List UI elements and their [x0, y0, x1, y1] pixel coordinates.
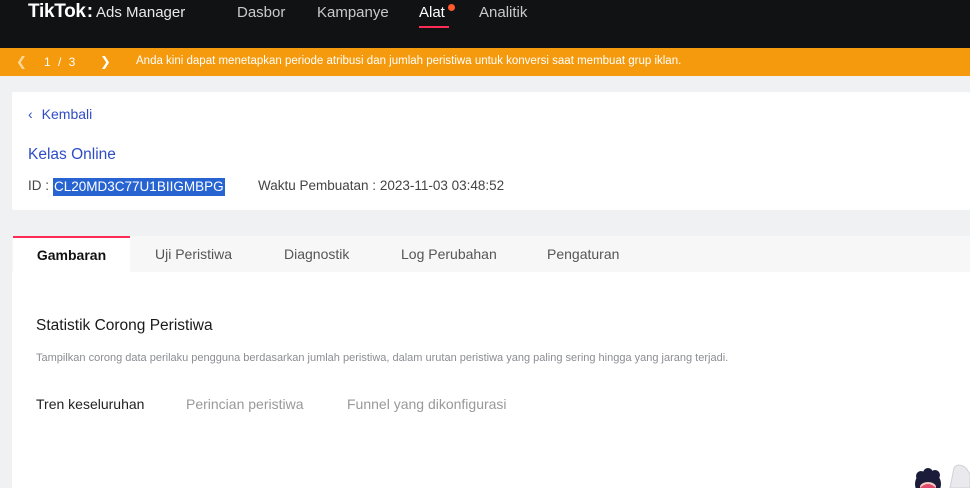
assistant-avatar-icon[interactable]	[912, 462, 970, 488]
active-nav-indicator	[419, 26, 449, 28]
back-label: Kembali	[41, 106, 93, 122]
nav-item-alat[interactable]: Alat	[419, 4, 445, 21]
subtab-funnel-dikonfigurasi[interactable]: Funnel yang dikonfigurasi	[347, 396, 507, 412]
creation-time-value: 2023-11-03 03:48:52	[379, 178, 505, 193]
section-title: Statistik Corong Peristiwa	[36, 317, 213, 334]
tab-gambaran[interactable]: Gambaran	[13, 236, 130, 272]
banner-message: Anda kini dapat menetapkan periode atrib…	[136, 55, 682, 67]
logo-brand: TikTok	[28, 1, 86, 22]
nav-item-analitik[interactable]: Analitik	[479, 4, 527, 21]
tab-pengaturan[interactable]: Pengaturan	[547, 236, 619, 272]
tab-log-perubahan[interactable]: Log Perubahan	[401, 236, 497, 272]
overview-panel: Statistik Corong Peristiwa Tampilkan cor…	[12, 272, 970, 488]
tiktok-ads-manager-logo[interactable]: TikTok : Ads Manager	[28, 0, 185, 24]
chevron-right-icon[interactable]: ❯	[100, 54, 111, 70]
notification-dot	[448, 4, 455, 11]
announcement-banner: ❮ 1 / 3 ❯ Anda kini dapat menetapkan per…	[0, 48, 970, 76]
subtab-tren-keseluruhan[interactable]: Tren keseluruhan	[36, 396, 144, 412]
pixel-detail-card: ‹ Kembali Kelas Online ID : CL20MD3C77U1…	[12, 92, 970, 210]
creation-time: Waktu Pembuatan : 2023-11-03 03:48:52	[258, 178, 504, 193]
chevron-left-icon: ‹	[28, 106, 33, 122]
nav-item-dasbor[interactable]: Dasbor	[237, 4, 285, 21]
pixel-id-row: ID : CL20MD3C77U1BIIGMBPG	[28, 178, 225, 196]
pixel-name: Kelas Online	[28, 146, 116, 163]
logo-separator: :	[86, 1, 94, 22]
banner-pagination: 1 / 3	[44, 55, 78, 69]
back-link[interactable]: ‹ Kembali	[28, 106, 92, 122]
pixel-tabs: Gambaran Uji Peristiwa Diagnostik Log Pe…	[12, 236, 970, 272]
chevron-left-icon[interactable]: ❮	[16, 54, 27, 70]
assistant-avatar-graphic	[915, 464, 970, 488]
top-navigation: TikTok : Ads Manager Dasbor Kampanye Ala…	[0, 0, 970, 48]
logo-product: Ads Manager	[96, 3, 186, 21]
creation-time-label: Waktu Pembuatan :	[258, 178, 377, 193]
pixel-id-value[interactable]: CL20MD3C77U1BIIGMBPG	[53, 178, 225, 196]
subtab-perincian-peristiwa[interactable]: Perincian peristiwa	[186, 396, 304, 412]
pixel-id-label: ID :	[28, 178, 50, 193]
nav-item-kampanye[interactable]: Kampanye	[317, 4, 389, 21]
tab-uji-peristiwa[interactable]: Uji Peristiwa	[155, 236, 232, 272]
tab-diagnostik[interactable]: Diagnostik	[284, 236, 349, 272]
section-description: Tampilkan corong data perilaku pengguna …	[36, 352, 729, 364]
